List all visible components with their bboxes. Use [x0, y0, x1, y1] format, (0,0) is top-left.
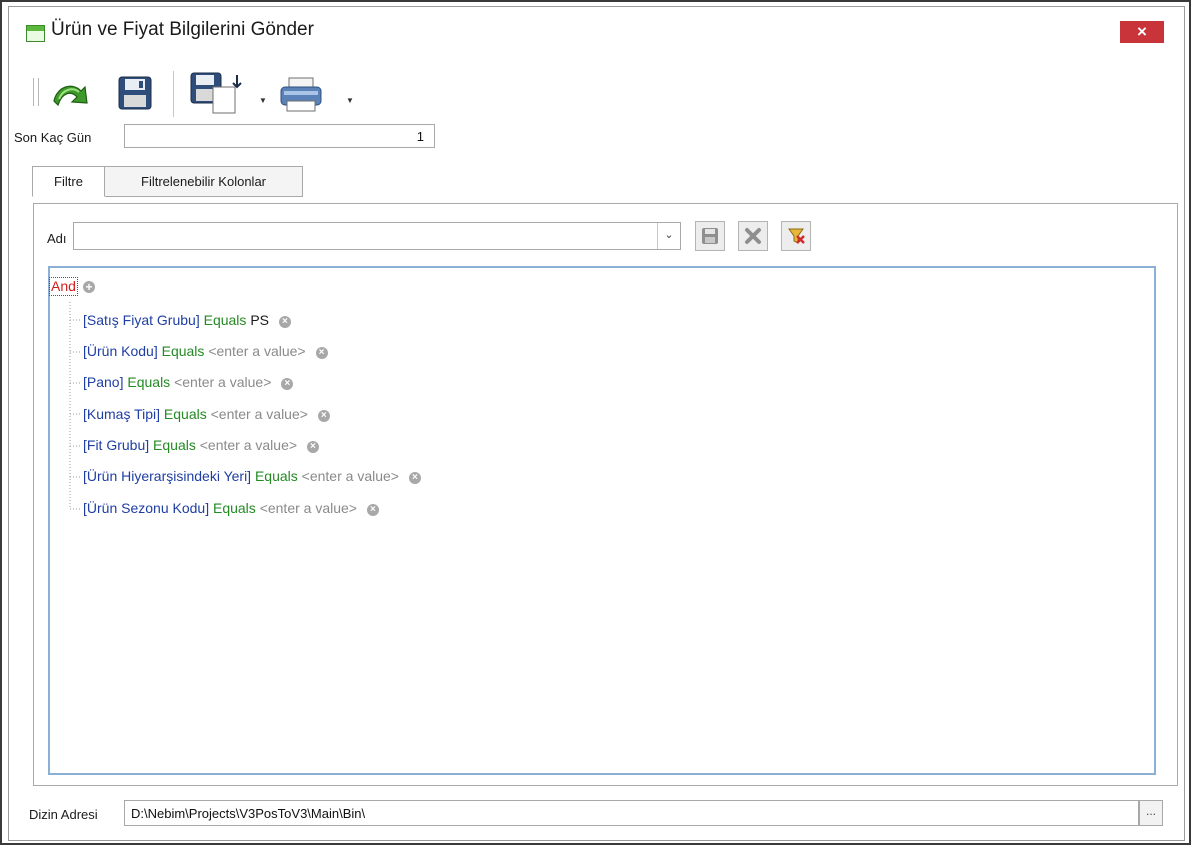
condition-value[interactable]: <enter a value> — [174, 374, 271, 390]
filter-condition: [Ürün Hiyerarşisindeki Yeri] Equals <ent… — [83, 468, 421, 484]
filter-condition: [Pano] Equals <enter a value> × — [83, 374, 294, 390]
add-condition-icon[interactable]: + — [83, 281, 95, 293]
condition-value[interactable]: <enter a value> — [200, 437, 297, 453]
remove-condition-icon[interactable]: × — [408, 472, 421, 484]
condition-field[interactable]: [Fit Grubu] — [83, 437, 149, 453]
tab-filtrelenebilir-kolonlar[interactable]: Filtrelenebilir Kolonlar — [104, 166, 303, 197]
condition-field[interactable]: [Ürün Sezonu Kodu] — [83, 500, 209, 516]
group-operator-and[interactable]: And — [49, 277, 78, 296]
chevron-down-icon[interactable]: ⌄ — [657, 223, 680, 249]
days-value: 1 — [416, 129, 424, 144]
filter-name-select[interactable]: ⌄ — [73, 222, 681, 250]
condition-value[interactable]: <enter a value> — [208, 343, 305, 359]
clear-filter-button[interactable] — [781, 221, 811, 251]
remove-condition-icon[interactable]: × — [278, 316, 291, 328]
days-input[interactable]: 1 — [124, 124, 435, 148]
directory-value: D:\Nebim\Projects\V3PosToV3\Main\Bin\ — [131, 806, 366, 821]
save-filter-icon — [702, 228, 718, 244]
condition-operator[interactable]: Equals — [162, 343, 205, 359]
save-filter-button[interactable] — [695, 221, 725, 251]
condition-value[interactable]: <enter a value> — [302, 468, 399, 484]
directory-input[interactable]: D:\Nebim\Projects\V3PosToV3\Main\Bin\ — [124, 800, 1139, 826]
remove-condition-icon[interactable]: × — [281, 378, 294, 390]
condition-field[interactable]: [Satış Fiyat Grubu] — [83, 312, 200, 328]
delete-icon — [745, 228, 761, 244]
tab-filtre[interactable]: Filtre — [32, 166, 105, 197]
days-label: Son Kaç Gün — [14, 130, 92, 145]
condition-value[interactable]: PS — [250, 312, 269, 328]
condition-field[interactable]: [Ürün Hiyerarşisindeki Yeri] — [83, 468, 251, 484]
clear-filter-icon — [788, 228, 805, 244]
condition-field[interactable]: [Ürün Kodu] — [83, 343, 158, 359]
remove-condition-icon[interactable]: × — [315, 347, 328, 359]
filter-condition: [Ürün Sezonu Kodu] Equals <enter a value… — [83, 500, 379, 516]
condition-operator[interactable]: Equals — [164, 406, 207, 422]
browse-button[interactable]: ... — [1139, 800, 1163, 826]
filter-condition: [Ürün Kodu] Equals <enter a value> × — [83, 343, 328, 359]
condition-value[interactable]: <enter a value> — [260, 500, 357, 516]
condition-operator[interactable]: Equals — [255, 468, 298, 484]
remove-condition-icon[interactable]: × — [317, 410, 330, 422]
condition-operator[interactable]: Equals — [204, 312, 247, 328]
condition-value[interactable]: <enter a value> — [211, 406, 308, 422]
remove-condition-icon[interactable]: × — [306, 441, 319, 453]
condition-operator[interactable]: Equals — [153, 437, 196, 453]
condition-operator[interactable]: Equals — [213, 500, 256, 516]
condition-operator[interactable]: Equals — [127, 374, 170, 390]
delete-filter-button[interactable] — [738, 221, 768, 251]
filter-condition: [Fit Grubu] Equals <enter a value> × — [83, 437, 319, 453]
condition-field[interactable]: [Kumaş Tipi] — [83, 406, 160, 422]
filter-condition: [Kumaş Tipi] Equals <enter a value> × — [83, 406, 330, 422]
directory-label: Dizin Adresi — [29, 807, 98, 822]
remove-condition-icon[interactable]: × — [366, 504, 379, 516]
filter-name-label: Adı — [47, 231, 67, 246]
condition-field[interactable]: [Pano] — [83, 374, 123, 390]
filter-condition: [Satış Fiyat Grubu] Equals PS × — [83, 312, 291, 328]
